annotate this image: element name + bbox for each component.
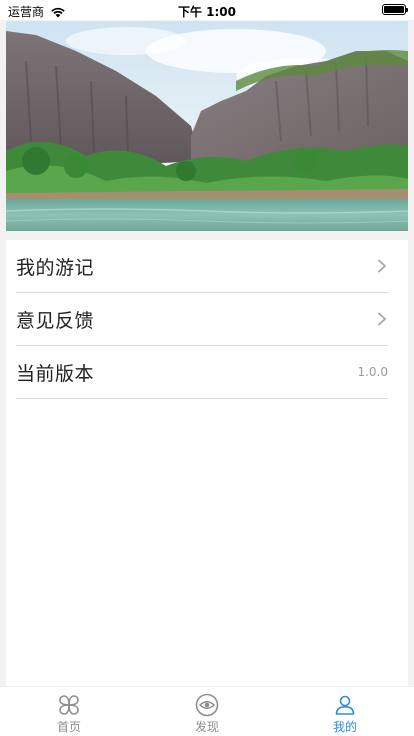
user-icon [335,695,355,715]
chevron-right-icon [378,259,386,273]
battery-icon [382,4,408,15]
status-time: 下午 1:00 [177,5,237,19]
tab-label: 首页 [56,720,81,734]
menu-item-current-version: 当前版本 1.0.0 [16,346,388,399]
settings-menu: 我的游记 意见反馈 当前版本 1.0.0 [6,240,408,686]
menu-item-my-travel-notes[interactable]: 我的游记 [16,240,388,293]
tab-label: 我的 [332,720,357,734]
status-bar: 运营商 下午 1:00 [0,0,414,20]
menu-item-label: 意见反馈 [16,309,95,332]
tab-home[interactable]: 首页 [0,687,138,736]
menu-item-label: 我的游记 [16,256,95,279]
tab-discover[interactable]: 发现 [138,687,276,736]
version-value: 1.0.0 [357,365,388,379]
chevron-right-icon [378,312,386,326]
menu-item-feedback[interactable]: 意见反馈 [16,293,388,346]
eye-icon [195,693,219,717]
landscape-illustration [6,21,408,231]
tab-label: 发现 [194,720,219,734]
hero-image [6,21,408,231]
tab-bar: 首页 发现 我的 [0,686,414,736]
home-clover-icon [59,695,79,715]
menu-item-label: 当前版本 [16,362,95,385]
tab-mine[interactable]: 我的 [276,687,414,736]
